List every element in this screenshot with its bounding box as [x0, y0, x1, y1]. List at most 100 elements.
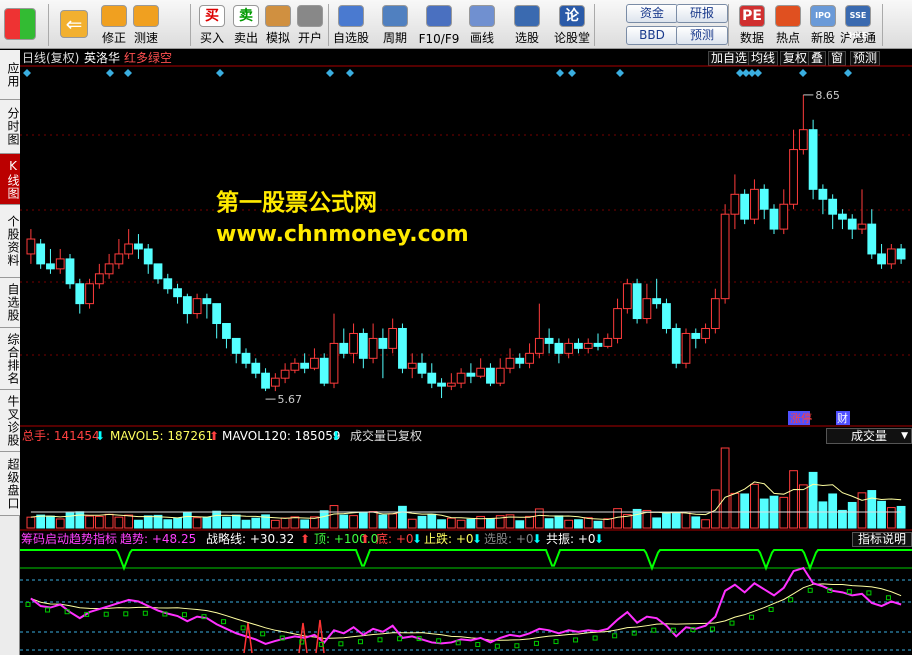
candle-body: [896, 248, 906, 260]
volume-selector[interactable]: 成交量 ▼: [826, 428, 912, 444]
toolbar-clock-button[interactable]: 周期: [374, 2, 416, 48]
candle-body: [495, 367, 505, 384]
toolbar-separator: [882, 4, 883, 46]
indicator-help-button[interactable]: 指标说明: [852, 532, 912, 547]
candle-body: [46, 263, 55, 270]
side-tab-4[interactable]: 自选股: [0, 278, 20, 328]
toolbar-label: 测速: [133, 31, 158, 45]
side-tab-5[interactable]: 综合排名: [0, 328, 20, 390]
candle-body: [671, 327, 681, 364]
candle-body: [75, 283, 85, 305]
trend-line: [30, 566, 902, 646]
stop-fall-value: 止跌: +0: [424, 532, 474, 546]
candle-body: [798, 129, 808, 151]
candle-body: [701, 327, 710, 339]
toolbar-hammer-button[interactable]: 模拟: [262, 2, 294, 48]
toolbar-monitor-button[interactable]: 选股: [506, 2, 548, 48]
volume-bar: [134, 519, 143, 529]
toolbar-pe-button[interactable]: PE 数据: [734, 2, 770, 48]
side-tab-0[interactable]: 应用: [0, 50, 20, 100]
candle-body: [740, 193, 750, 220]
candle-body: [94, 273, 104, 285]
up-arrow-icon: ⬆: [209, 429, 220, 443]
candle-body: [730, 193, 740, 215]
candle-body: [290, 362, 300, 371]
yuce-button[interactable]: 预测: [676, 26, 728, 45]
volume-bar: [26, 516, 36, 529]
strategy-marker: [749, 614, 755, 620]
ipo-icon: IPO: [810, 5, 836, 27]
volume-bar: [55, 518, 65, 529]
side-tab-7[interactable]: 超级盘口: [0, 452, 20, 516]
toolbar-lock-button[interactable]: 开户: [294, 2, 326, 48]
candle-body: [564, 342, 574, 354]
side-tab-6[interactable]: 牛叉诊股: [0, 390, 20, 452]
yanbao-button[interactable]: 研报: [676, 4, 728, 23]
strategy-value: 战略线: +30.32: [206, 532, 295, 546]
toolbar-lun-button[interactable]: 论论股堂: [552, 2, 592, 48]
side-tab-2[interactable]: K线图: [0, 154, 20, 205]
indicator-name: 筹码启动趋势指标: [21, 532, 118, 546]
candle-body: [202, 298, 212, 305]
candle-body: [124, 243, 134, 255]
candle-body: [838, 213, 847, 220]
toolbar-separator: [594, 4, 595, 46]
toolbar-hk-button[interactable]: SSE HKE沪港通: [840, 2, 876, 48]
signal-diamond: [326, 69, 334, 77]
toolbar-star-button[interactable]: 自选股: [330, 2, 372, 48]
toolbar-up-down-arrow-button[interactable]: 修正: [98, 2, 130, 48]
volume-bar: [486, 518, 495, 529]
volume-bar: [104, 513, 114, 529]
kline-chart[interactable]: 8.65 5.67 涨停 财: [20, 50, 912, 655]
strategy-marker: [573, 637, 579, 643]
volume-bar: [173, 517, 182, 529]
signal-diamond: [799, 69, 807, 77]
volume-bar: [593, 520, 603, 529]
signal-diamond: [568, 69, 576, 77]
side-tab-1[interactable]: 分时图: [0, 100, 20, 154]
volume-selector-label: 成交量: [851, 429, 888, 443]
toolbar-back-arrow-button[interactable]: ⇐: [54, 2, 94, 48]
candle-body: [691, 332, 701, 339]
bbd-button[interactable]: BBD: [626, 26, 678, 45]
candle-body: [368, 337, 378, 359]
candle-body: [857, 223, 867, 230]
candle-body: [681, 332, 691, 364]
candle-body: [818, 188, 828, 200]
signal-diamond: [844, 69, 852, 77]
strategy-marker: [709, 626, 715, 632]
side-tab-3[interactable]: 个股资料: [0, 205, 20, 278]
toolbar-buy-button[interactable]: 买买入: [196, 2, 228, 48]
candle-body: [710, 298, 720, 329]
limit-up-text: 涨停: [790, 411, 812, 425]
candle-body: [847, 218, 857, 230]
lun-icon: 论: [559, 5, 585, 27]
toolbar-ipo-button[interactable]: IPO 新股: [806, 2, 840, 48]
volume-bar: [544, 518, 554, 529]
star-icon: [338, 5, 364, 27]
toolbar-speed-test-button[interactable]: 测速: [130, 2, 162, 48]
volume-bar: [828, 493, 838, 529]
toolbar-pen-button[interactable]: 画线: [462, 2, 502, 48]
toolbar-window-button[interactable]: F10/F9: [418, 2, 460, 48]
candle-body: [65, 258, 75, 285]
candle-body: [446, 382, 456, 387]
strategy-marker: [885, 595, 891, 601]
candle-body: [867, 223, 877, 255]
candle-body: [583, 342, 593, 349]
down-arrow-icon: ⬇: [412, 532, 423, 546]
hot-icon: [775, 5, 801, 27]
candle-body: [593, 342, 603, 347]
volume-bar: [349, 515, 358, 529]
start-icon: [4, 8, 36, 40]
toolbar-hot-button[interactable]: 热点: [770, 2, 806, 48]
volume-bar: [75, 511, 85, 529]
toolbar-sell-button[interactable]: 卖卖出: [230, 2, 262, 48]
volume-bar: [241, 519, 251, 529]
volume-bar: [857, 492, 867, 529]
zijin-button[interactable]: 资金: [626, 4, 678, 23]
candle-body: [231, 337, 241, 354]
clock-icon: [382, 5, 408, 27]
toolbar-start-button[interactable]: [2, 2, 38, 48]
candle-body: [358, 332, 368, 359]
